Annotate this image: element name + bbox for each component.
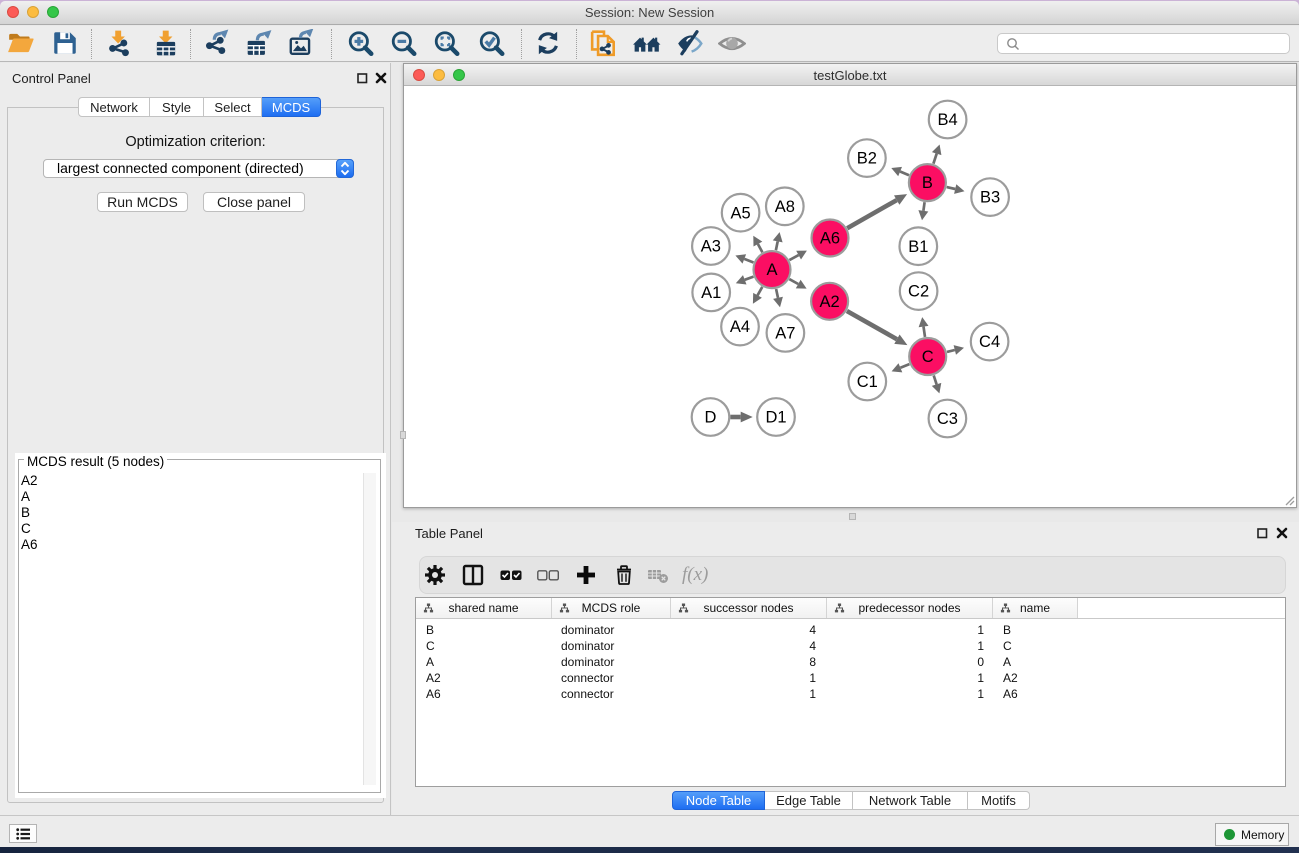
svg-text:C1: C1 [857, 373, 878, 391]
svg-text:A3: A3 [701, 238, 721, 256]
svg-text:C3: C3 [937, 410, 958, 428]
svg-text:A5: A5 [731, 204, 751, 222]
svg-text:A4: A4 [730, 318, 750, 336]
svg-text:C4: C4 [979, 333, 1000, 351]
svg-text:A1: A1 [701, 284, 721, 302]
svg-text:C: C [922, 348, 934, 366]
svg-text:B: B [922, 174, 933, 192]
svg-text:A6: A6 [820, 230, 840, 248]
svg-text:D: D [705, 409, 717, 427]
svg-text:B1: B1 [908, 238, 928, 256]
svg-text:A2: A2 [820, 293, 840, 311]
svg-text:C2: C2 [908, 283, 929, 301]
svg-text:B3: B3 [980, 189, 1000, 207]
svg-text:A8: A8 [775, 198, 795, 216]
svg-text:B2: B2 [857, 150, 877, 168]
svg-text:A: A [766, 261, 777, 279]
svg-text:B4: B4 [938, 111, 958, 129]
svg-text:D1: D1 [765, 409, 786, 427]
svg-text:A7: A7 [775, 325, 795, 343]
